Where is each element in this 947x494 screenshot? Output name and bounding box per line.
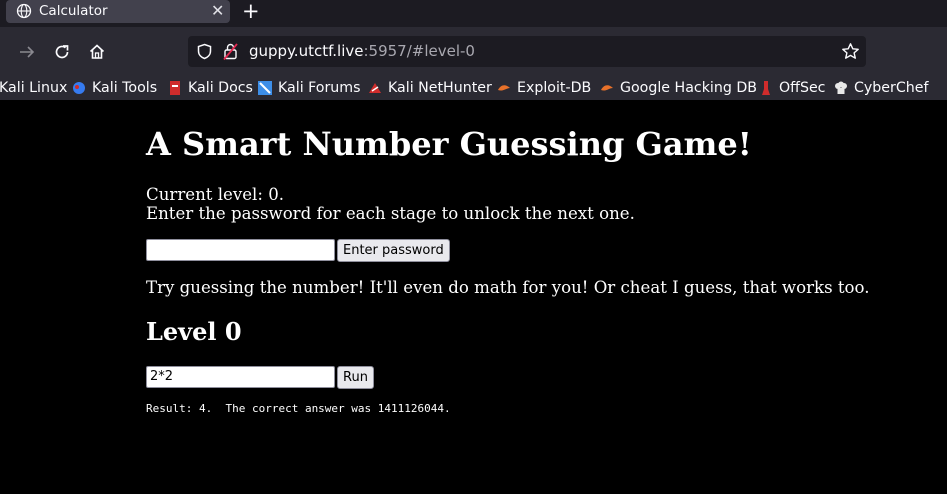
insecure-lock-icon[interactable] — [222, 42, 239, 61]
bookmark-label: OffSec — [779, 80, 826, 96]
url-text: guppy.utctf.live:5957/#level-0 — [249, 42, 475, 60]
bookmark-kali-forums[interactable]: Kali Forums — [258, 79, 361, 97]
cyberchef-icon — [835, 81, 847, 94]
tab-strip: Calculator ✕ + — [0, 0, 947, 27]
shield-icon[interactable] — [196, 43, 213, 60]
run-button[interactable]: Run — [337, 366, 374, 389]
bookmark-star-icon[interactable] — [841, 42, 860, 61]
current-level-text: Current level: 0. — [146, 185, 285, 204]
bookmark-exploit-db[interactable]: Exploit-DB — [497, 79, 591, 97]
kali-forums-icon — [258, 81, 272, 95]
bookmark-label: Kali Docs — [188, 80, 253, 96]
bookmark-kali-nethunter[interactable]: Kali NetHunter — [368, 79, 492, 97]
bookmark-label: Google Hacking DB — [620, 80, 758, 96]
url-host: guppy.utctf.live — [249, 42, 364, 60]
reload-icon[interactable] — [52, 42, 72, 62]
expression-input[interactable]: 2*2 — [146, 366, 335, 388]
bookmarks-bar: Kali Linux Kali Tools Kali Docs Kali For… — [0, 77, 947, 100]
bookmark-label: Kali Tools — [92, 80, 158, 96]
result-text: Result: 4. The correct answer was 141112… — [146, 402, 451, 415]
level-heading: Level 0 — [146, 317, 242, 346]
bookmark-kali-linux[interactable]: Kali Linux — [0, 79, 67, 97]
navigation-bar: guppy.utctf.live:5957/#level-0 — [0, 27, 947, 77]
bookmark-kali-tools[interactable]: Kali Tools — [72, 79, 157, 97]
bookmark-label: Kali NetHunter — [388, 80, 492, 96]
bookmark-cyberchef[interactable]: CyberChef — [834, 79, 929, 97]
bookmark-label: CyberChef — [854, 80, 929, 96]
tab-title: Calculator — [39, 3, 108, 19]
password-input[interactable] — [146, 239, 335, 261]
enter-password-button[interactable]: Enter password — [337, 239, 450, 262]
page-title: A Smart Number Guessing Game! — [146, 125, 752, 163]
forward-arrow-icon[interactable] — [17, 42, 37, 62]
offsec-icon — [762, 81, 770, 95]
kali-docs-icon — [170, 81, 180, 95]
close-tab-icon[interactable]: ✕ — [211, 1, 224, 20]
new-tab-button[interactable]: + — [242, 0, 260, 22]
bookmark-label: Kali Forums — [278, 80, 361, 96]
bookmark-offsec[interactable]: OffSec — [759, 79, 825, 97]
url-bar[interactable]: guppy.utctf.live:5957/#level-0 — [188, 36, 866, 67]
bookmark-label: Exploit-DB — [517, 80, 592, 96]
url-path: :5957/#level-0 — [363, 42, 475, 60]
bookmark-label: Kali Linux — [0, 80, 68, 96]
bookmark-kali-docs[interactable]: Kali Docs — [168, 79, 253, 97]
nethunter-icon — [369, 83, 381, 93]
exploit-db-icon — [498, 85, 510, 91]
home-icon[interactable] — [87, 42, 107, 62]
globe-icon — [16, 3, 32, 19]
tab-calculator[interactable]: Calculator ✕ — [6, 0, 230, 23]
instructions-text: Enter the password for each stage to unl… — [146, 204, 635, 223]
ghdb-icon — [601, 85, 613, 91]
page-content: A Smart Number Guessing Game! Current le… — [0, 100, 947, 494]
hint-text: Try guessing the number! It'll even do m… — [146, 278, 870, 297]
kali-tools-icon — [73, 82, 85, 94]
bookmark-google-hacking-db[interactable]: Google Hacking DB — [600, 79, 757, 97]
